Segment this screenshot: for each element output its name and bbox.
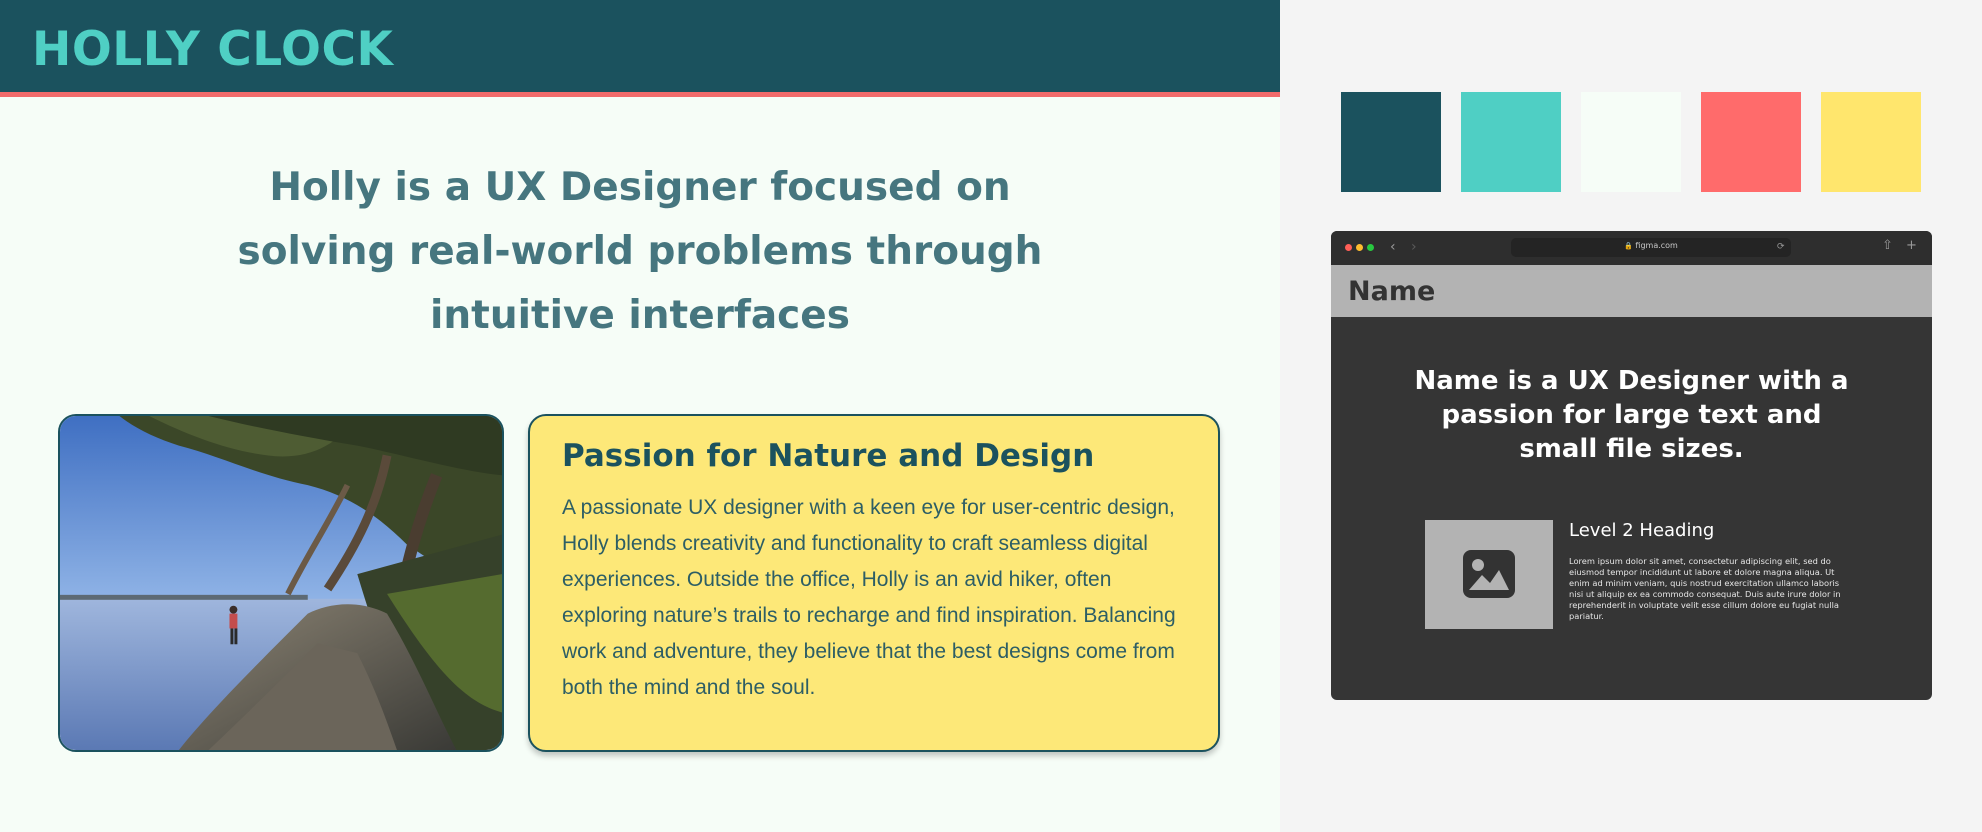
portfolio-site: HOLLY CLOCK Holly is a UX Designer focus… xyxy=(0,0,1280,832)
site-header: HOLLY CLOCK xyxy=(0,0,1280,97)
minimize-window-dot[interactable] xyxy=(1356,244,1363,251)
chevron-right-icon[interactable]: › xyxy=(1411,239,1417,255)
image-placeholder xyxy=(1425,520,1553,629)
card-body: A passionate UX designer with a keen eye… xyxy=(562,496,1176,699)
lakeshore-image xyxy=(60,416,502,750)
address-bar[interactable]: 🔒 figma.com ⟳ xyxy=(1511,238,1791,257)
swatch-turquoise[interactable] xyxy=(1461,92,1561,192)
swatch-mint-white[interactable] xyxy=(1581,92,1681,192)
swatch-coral[interactable] xyxy=(1701,92,1801,192)
wireframe-lorem: Lorem ipsum dolor sit amet, consectetur … xyxy=(1569,556,1841,621)
hero-statement: Holly is a UX Designer focused on solvin… xyxy=(237,165,1043,338)
site-logo[interactable]: HOLLY CLOCK xyxy=(32,22,393,77)
hiker-photo xyxy=(58,414,504,752)
swatch-yellow[interactable] xyxy=(1821,92,1921,192)
wireframe-browser: ‹ › 🔒 figma.com ⟳ ⇧ + Name Name is a UX … xyxy=(1331,231,1932,700)
chevron-left-icon[interactable]: ‹ xyxy=(1390,239,1396,255)
card-title: Passion for Nature and Design xyxy=(562,438,1095,474)
share-icon[interactable]: ⇧ xyxy=(1882,238,1893,254)
plus-icon[interactable]: + xyxy=(1906,238,1917,254)
image-icon xyxy=(1463,550,1515,598)
close-window-dot[interactable] xyxy=(1345,244,1352,251)
browser-toolbar: ‹ › 🔒 figma.com ⟳ ⇧ + xyxy=(1331,231,1932,265)
wireframe-heading: Level 2 Heading xyxy=(1569,520,1715,541)
lock-icon: 🔒 xyxy=(1624,242,1633,250)
swatch-dark-teal[interactable] xyxy=(1341,92,1441,192)
maximize-window-dot[interactable] xyxy=(1367,244,1374,251)
url-text: figma.com xyxy=(1635,241,1678,250)
wireframe-header: Name xyxy=(1331,265,1932,317)
about-card: Passion for Nature and Design A passiona… xyxy=(528,414,1220,752)
reload-icon[interactable]: ⟳ xyxy=(1777,241,1785,253)
wireframe-name: Name xyxy=(1348,276,1436,307)
wireframe-hero: Name is a UX Designer with a passion for… xyxy=(1414,366,1849,464)
